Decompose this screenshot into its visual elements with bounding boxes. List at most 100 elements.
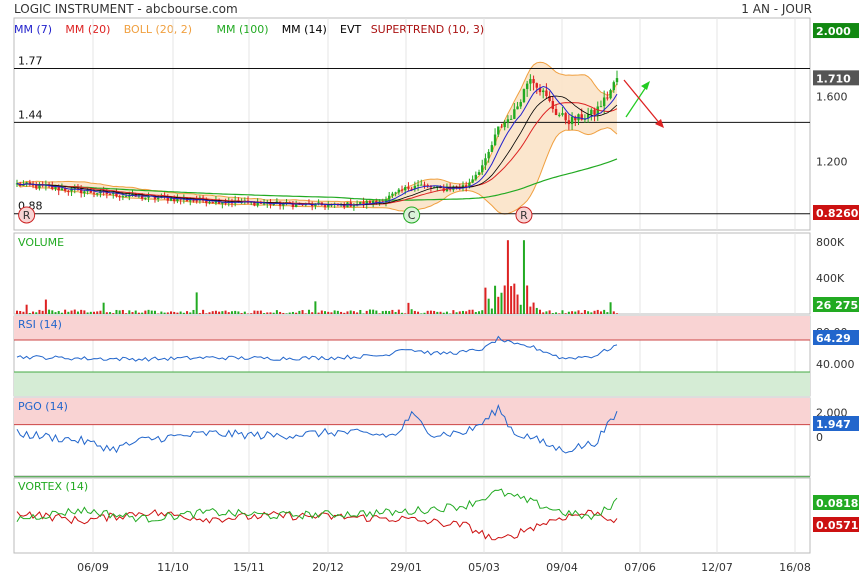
volume-bar bbox=[565, 313, 567, 314]
price-panel[interactable]: 1.771.440.88RCR bbox=[14, 55, 810, 223]
volume-bar bbox=[237, 311, 239, 314]
volume-bar bbox=[22, 312, 24, 314]
volume-bar bbox=[164, 313, 166, 314]
vortex-panel[interactable]: VORTEX (14) bbox=[17, 480, 617, 540]
volume-bar bbox=[465, 311, 467, 314]
volume-bar bbox=[533, 303, 535, 314]
panel-frame-vor bbox=[14, 478, 810, 553]
volume-bar bbox=[196, 292, 198, 314]
candle-body bbox=[513, 109, 515, 119]
level-label-1: 1.44 bbox=[18, 108, 43, 121]
candle-body bbox=[555, 109, 557, 115]
vortex-label: VORTEX (14) bbox=[18, 480, 88, 493]
volume-bar bbox=[67, 312, 69, 314]
vortex-plus-badge: 0.0818 bbox=[816, 497, 858, 510]
candle-body bbox=[504, 123, 506, 128]
volume-bar bbox=[504, 285, 506, 314]
volume-bar bbox=[42, 311, 44, 314]
rsi-panel[interactable]: RSI (14) bbox=[14, 316, 810, 396]
volume-bar bbox=[468, 310, 470, 314]
volume-bar bbox=[520, 305, 522, 314]
volume-bar bbox=[330, 312, 332, 314]
volume-bar bbox=[407, 303, 409, 314]
volume-bar bbox=[199, 313, 201, 314]
volume-bar bbox=[99, 311, 101, 314]
volume-bar bbox=[106, 312, 108, 314]
level-label-0: 1.77 bbox=[18, 55, 43, 68]
volume-bar bbox=[574, 312, 576, 314]
volume-bar bbox=[507, 240, 509, 314]
candle-body bbox=[523, 89, 525, 102]
pgo-panel[interactable]: PGO (14) bbox=[14, 398, 810, 477]
period-label[interactable]: 1 AN - JOUR bbox=[741, 2, 812, 16]
rsi-oversold-zone bbox=[14, 372, 810, 396]
volume-badge: 26 275 bbox=[816, 299, 858, 312]
x-tick-label-0: 06/09 bbox=[77, 561, 109, 574]
volume-bar bbox=[119, 310, 121, 314]
right-axis: 1.6001.2002.0001.7100.8260800K400K26 275… bbox=[813, 23, 859, 532]
volume-bar bbox=[273, 313, 275, 314]
candle-body bbox=[593, 110, 595, 115]
candle-body bbox=[144, 198, 146, 199]
candle-body bbox=[542, 91, 544, 93]
candle-body bbox=[394, 192, 396, 193]
volume-bar bbox=[231, 311, 233, 314]
volume-bar bbox=[420, 313, 422, 314]
candle-body bbox=[388, 196, 390, 200]
volume-bar bbox=[334, 310, 336, 314]
candle-body bbox=[552, 101, 554, 109]
volume-bar bbox=[80, 310, 82, 314]
candle-body bbox=[407, 187, 409, 189]
candle-body bbox=[109, 194, 111, 195]
volume-bar bbox=[459, 311, 461, 314]
candle-body bbox=[516, 106, 518, 109]
volume-bar bbox=[382, 311, 384, 314]
volume-panel[interactable]: VOLUME bbox=[16, 236, 618, 314]
volume-bar bbox=[456, 312, 458, 314]
volume-bar bbox=[279, 312, 281, 314]
rsi-tick-1: 40.000 bbox=[816, 358, 855, 371]
volume-bar bbox=[321, 311, 323, 314]
volume-bar bbox=[112, 313, 114, 314]
candle-body bbox=[67, 191, 69, 192]
volume-bar bbox=[318, 313, 320, 314]
candle-body bbox=[500, 126, 502, 127]
candle-body bbox=[263, 203, 265, 204]
volume-bar bbox=[173, 312, 175, 314]
x-axis: 06/0911/1015/1120/1229/0105/0309/0407/06… bbox=[77, 561, 811, 574]
panel-frame-vol bbox=[14, 233, 810, 314]
volume-bar bbox=[103, 303, 105, 314]
candle-body bbox=[353, 206, 355, 207]
candle-body bbox=[532, 79, 534, 83]
volume-bar bbox=[221, 311, 223, 314]
volume-bar bbox=[151, 311, 153, 314]
candle-body bbox=[491, 145, 493, 152]
volume-bar bbox=[414, 311, 416, 314]
volume-bar bbox=[561, 310, 563, 314]
volume-bar bbox=[189, 312, 191, 314]
volume-bar bbox=[154, 311, 156, 314]
candle-body bbox=[520, 102, 522, 106]
volume-bar bbox=[423, 313, 425, 314]
volume-bar bbox=[218, 312, 220, 314]
candle-body bbox=[96, 193, 98, 194]
volume-bar bbox=[298, 311, 300, 314]
pgo-label: PGO (14) bbox=[18, 400, 68, 413]
candle-body bbox=[157, 198, 159, 199]
volume-bar bbox=[160, 312, 162, 314]
volume-bar bbox=[122, 310, 124, 314]
volume-bar bbox=[125, 313, 127, 314]
x-tick-label-6: 09/04 bbox=[546, 561, 578, 574]
candle-body bbox=[487, 152, 489, 158]
rsi-label: RSI (14) bbox=[18, 318, 62, 331]
volume-bar bbox=[209, 312, 211, 314]
volume-bar bbox=[228, 312, 230, 314]
candle-body bbox=[61, 188, 63, 190]
volume-bar bbox=[74, 310, 76, 314]
volume-bar bbox=[427, 311, 429, 314]
candle-body bbox=[590, 110, 592, 115]
volume-bar bbox=[26, 305, 28, 314]
candle-body bbox=[192, 200, 194, 201]
candle-body bbox=[118, 196, 120, 197]
volume-bar bbox=[141, 313, 143, 314]
